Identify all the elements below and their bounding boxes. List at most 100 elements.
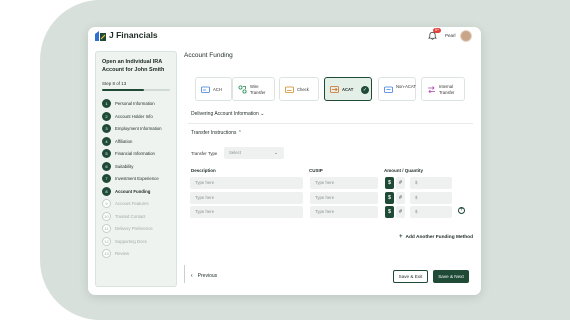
sidebar-step[interactable]: 5 Financial Information xyxy=(102,149,176,158)
top-header: J Financials 5+ Pearl xyxy=(88,27,481,45)
funding-method-label: Internal Transfer xyxy=(439,84,455,95)
step-number: 4 xyxy=(102,136,111,146)
cusip-header: CUSIP xyxy=(309,168,323,173)
step-label: Trusted Contact xyxy=(115,213,146,219)
ach-icon xyxy=(201,86,210,93)
save-exit-button[interactable]: Save & Exit xyxy=(393,270,428,283)
user-name[interactable]: Pearl xyxy=(445,33,456,38)
sidebar-step[interactable]: 10 Trusted Contact xyxy=(102,211,176,221)
check-icon xyxy=(285,86,294,93)
sidebar-step[interactable]: 11 Delivery Preference xyxy=(102,224,176,233)
chevron-down-icon: ⌄ xyxy=(274,150,278,155)
step-number: 2 xyxy=(102,111,111,121)
description-input[interactable]: Type here xyxy=(190,206,303,218)
currency-toggle[interactable]: $ xyxy=(385,191,394,204)
sidebar-step[interactable]: 6 Suitability xyxy=(102,161,176,171)
description-header: Description xyxy=(191,168,216,173)
funding-method-label: Wire Transfer xyxy=(250,84,266,95)
step-number: 11 xyxy=(102,224,111,233)
sidebar-step[interactable]: 1 Personal Information xyxy=(102,99,176,108)
footer-divider xyxy=(184,265,185,283)
checkmark-icon: ✓ xyxy=(361,86,369,94)
quantity-toggle[interactable]: # xyxy=(396,177,405,189)
step-label: Supporting Docs xyxy=(115,238,147,244)
sidebar-step[interactable]: 4 Affiliation xyxy=(102,136,176,146)
acat-icon xyxy=(330,86,339,93)
step-label: Financial Information xyxy=(115,151,155,156)
amount-input[interactable]: $ xyxy=(410,206,452,218)
funding-method-label: Check xyxy=(297,87,309,92)
chevron-left-icon: ‹ xyxy=(191,273,193,279)
step-counter: Step 8 of 13 xyxy=(102,81,127,86)
step-label: Affiliation xyxy=(115,138,133,144)
sidebar-step[interactable]: 3 Employment Information xyxy=(102,124,176,133)
description-input[interactable]: Type here xyxy=(190,177,303,189)
progress-sidebar: Open an Individual IRA Account for John … xyxy=(95,51,177,287)
delivering-account-label: Delivering Account Information xyxy=(191,111,259,117)
currency-toggle[interactable]: $ xyxy=(385,177,394,189)
quantity-toggle[interactable]: # xyxy=(396,191,405,204)
save-next-button[interactable]: Save & Next xyxy=(433,270,469,283)
page-title: Account Funding xyxy=(184,52,233,59)
add-funding-method-label: Add Another Funding Method xyxy=(405,235,474,240)
avatar[interactable] xyxy=(460,30,472,42)
sidebar-step[interactable]: 13 Review xyxy=(102,249,176,258)
step-label: Account Features xyxy=(115,201,149,206)
non-acat-icon xyxy=(384,86,393,93)
sidebar-step[interactable]: 8 Account Funding xyxy=(102,186,176,196)
transfer-type-placeholder: Select xyxy=(229,150,241,155)
step-label: Suitability xyxy=(115,163,134,169)
chevron-down-icon: ⌄ xyxy=(260,111,265,117)
divider xyxy=(188,123,473,124)
step-number: 13 xyxy=(102,249,111,258)
sidebar-step[interactable]: 7 Investment Experience xyxy=(102,174,176,183)
internal-transfer-icon xyxy=(428,86,435,94)
previous-button[interactable]: ‹ Previous xyxy=(191,273,217,279)
funding-method-ach[interactable]: ACH xyxy=(195,77,232,101)
brand-logo-icon xyxy=(95,31,106,41)
cusip-input[interactable]: Type here xyxy=(310,177,378,189)
notification-badge: 5+ xyxy=(433,28,441,33)
cusip-input[interactable]: Type here xyxy=(310,191,378,204)
quantity-toggle[interactable]: # xyxy=(396,206,405,218)
funding-method-non-acat[interactable]: Non-ACAT xyxy=(378,77,416,101)
cusip-input[interactable]: Type here xyxy=(310,206,378,218)
funding-method-internal-transfer[interactable]: Internal Transfer xyxy=(421,77,465,101)
transfer-instructions-toggle[interactable]: Transfer Instructions ⌃ xyxy=(191,130,242,136)
step-number: 7 xyxy=(102,174,111,183)
amount-input[interactable]: $ xyxy=(410,177,452,189)
step-label: Review xyxy=(115,251,130,256)
amount-input[interactable]: $ xyxy=(410,191,452,204)
step-label: Account Holder Info xyxy=(115,113,153,119)
step-number: 10 xyxy=(102,211,111,221)
funding-method-wire-transfer[interactable]: Wire Transfer xyxy=(232,77,275,101)
plus-icon: + xyxy=(399,234,403,240)
previous-label: Previous xyxy=(197,273,218,279)
sidebar-step[interactable]: 2 Account Holder Info xyxy=(102,111,176,121)
currency-toggle[interactable]: $ xyxy=(385,206,394,218)
delivering-account-toggle[interactable]: Delivering Account Information ⌄ xyxy=(191,111,264,117)
step-number: 3 xyxy=(102,124,111,133)
step-label: Account Funding xyxy=(115,188,151,194)
transfer-instructions-label: Transfer Instructions xyxy=(191,130,237,136)
transfer-type-label: Transfer Type xyxy=(191,151,218,156)
step-label: Delivery Preference xyxy=(115,226,153,231)
funding-method-acat[interactable]: ACAT ✓ xyxy=(324,77,372,101)
add-funding-method-button[interactable]: + Add Another Funding Method xyxy=(399,234,473,240)
chevron-up-icon: ⌃ xyxy=(237,130,242,136)
app-window: J Financials 5+ Pearl Open an Individual… xyxy=(88,27,481,295)
step-number: 1 xyxy=(102,99,111,108)
step-number: 6 xyxy=(102,161,111,171)
step-number: 9 xyxy=(102,199,111,208)
step-label: Investment Experience xyxy=(115,176,159,181)
funding-method-check[interactable]: Check xyxy=(279,77,319,101)
sidebar-title: Open an Individual IRA Account for John … xyxy=(102,59,165,73)
transfer-type-select[interactable]: Select ⌄ xyxy=(224,147,284,159)
description-input[interactable]: Type here xyxy=(190,191,303,204)
step-number: 8 xyxy=(102,186,111,196)
sidebar-step[interactable]: 12 Supporting Docs xyxy=(102,236,176,246)
add-row-plus-icon[interactable]: + xyxy=(458,207,465,214)
wire-transfer-icon xyxy=(238,85,247,94)
brand-name: J Financials xyxy=(109,30,158,40)
sidebar-step[interactable]: 9 Account Features xyxy=(102,199,176,208)
